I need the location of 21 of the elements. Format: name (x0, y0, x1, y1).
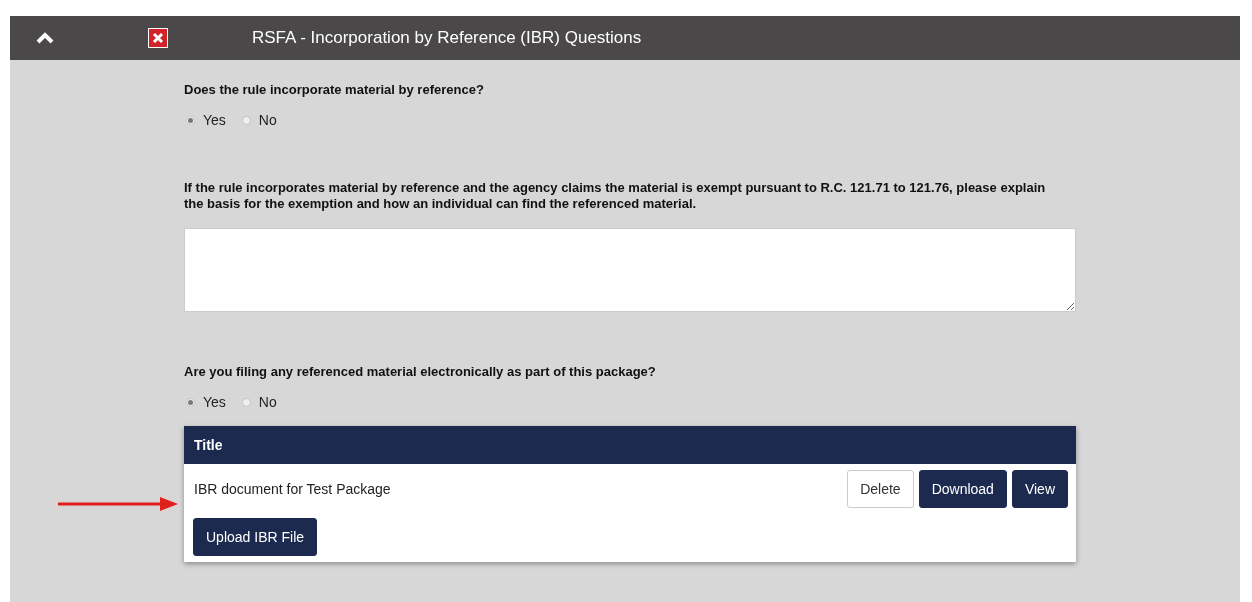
chevron-up-icon[interactable] (36, 32, 54, 44)
action-button[interactable]: Download (918, 470, 1007, 508)
question-label: If the rule incorporates material by reference and the agency claims the material is exempt pursuant to R.C. 121.71 to 121.76, please explain the basis for the exemption and how an individual can find the referenced material. (184, 180, 1047, 212)
radio-button[interactable] (241, 397, 251, 407)
radio-label[interactable]: Yes (203, 394, 226, 410)
action-button[interactable]: Delete (847, 470, 914, 508)
table-cell-text: IBR document for Test Package (194, 481, 392, 497)
radio-label[interactable]: No (258, 112, 277, 128)
radio-button[interactable] (186, 115, 195, 125)
radio-label[interactable]: No (258, 394, 277, 410)
column-header: Title (184, 426, 1076, 464)
question-label: Are you filing any referenced material electronically as part of this package? (184, 364, 657, 380)
arrow-icon (58, 496, 178, 512)
window-title: RSFA - Incorporation by Reference (IBR) Questions (252, 28, 642, 48)
radio-label[interactable]: Yes (203, 112, 226, 128)
upload-button[interactable]: Upload IBR File (193, 518, 318, 556)
close-icon[interactable] (148, 28, 168, 48)
action-button[interactable]: View (1011, 470, 1068, 508)
radio-button[interactable] (186, 397, 195, 407)
radio-button[interactable] (241, 115, 251, 125)
question-label: Does the rule incorporate material by reference? (184, 82, 485, 98)
